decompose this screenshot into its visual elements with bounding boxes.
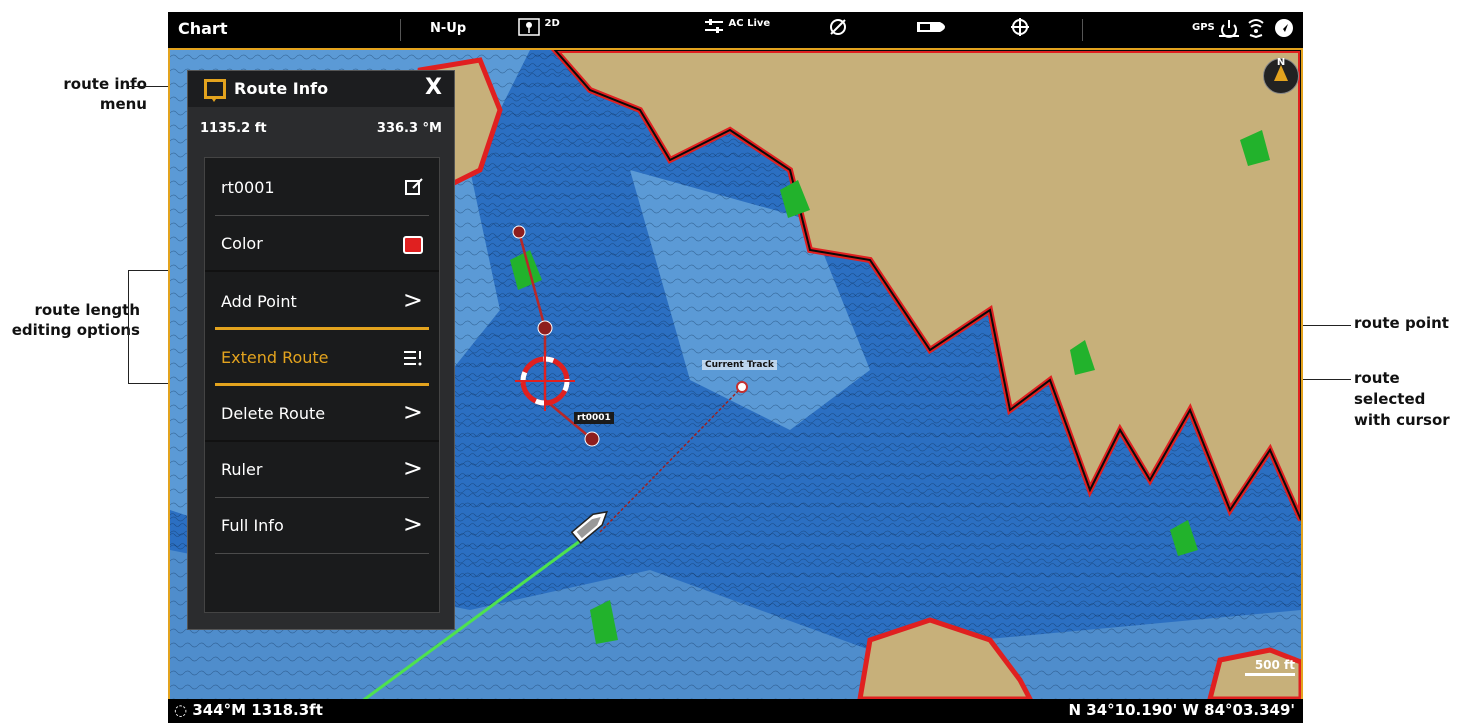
range-icon: ◌ [174,701,188,719]
power-icon[interactable] [1218,18,1240,42]
navigation-icon[interactable] [1274,18,1294,42]
divider [1082,19,1083,41]
chevron-right-icon: > [402,398,423,426]
route-info-menu: Route Info X 1135.2 ft 336.3 °M rt0001 C… [187,70,455,630]
color-swatch [403,236,423,254]
menu-item-route-name[interactable]: rt0001 [205,160,439,216]
compass-label: N [1276,57,1286,68]
divider [400,19,401,41]
boat-icon[interactable] [916,20,952,38]
menu-item-label: Ruler [221,460,263,479]
callout-route-length-options-text: route length editing options [11,301,140,339]
callout-route-selected: route selected with cursor [1354,368,1464,431]
gps-status: GPS [1192,22,1215,33]
callout-route-length-options: route length editing options [0,300,140,340]
network-icon[interactable] [1246,18,1266,42]
sliders-icon [705,19,723,33]
menu-item-label: Delete Route [221,404,326,423]
map-pin-icon [518,18,540,36]
route-point[interactable] [584,431,600,447]
menu-item-label: rt0001 [221,178,275,197]
menu-item-ruler[interactable]: Ruler > [205,442,439,498]
crosshair-icon[interactable] [1010,17,1030,41]
route-point[interactable] [537,320,553,336]
menu-item-full-info[interactable]: Full Info > [205,498,439,554]
callout-route-point-text: route point [1354,314,1449,332]
callout-route-length-bracket-v [128,270,129,383]
list-options-icon [403,350,423,370]
menu-item-label: Full Info [221,516,284,535]
edit-icon [405,178,423,200]
coordinates-readout: N 34°10.190' W 84°03.349' [1068,701,1295,719]
route-label: rt0001 [574,412,614,424]
orientation-button[interactable]: N-Up [430,21,466,36]
callout-route-info-menu-text: route info menu [63,75,147,113]
bottom-status-bar: ◌ 344°M 1318.3ft N 34°10.190' W 84°03.34… [168,699,1303,723]
route-stats: 1135.2 ft 336.3 °M [200,121,442,136]
no-lock-icon[interactable] [828,17,848,41]
route-point[interactable] [512,225,526,239]
heading-distance-readout: ◌ 344°M 1318.3ft [174,701,323,719]
chevron-right-icon: > [402,454,423,482]
menu-item-extend-route[interactable]: Extend Route [205,330,439,386]
page-title: Chart [178,19,228,38]
compass-rose[interactable]: N [1263,57,1299,94]
track-point[interactable] [736,381,748,393]
callout-route-info-menu: route info menu [35,74,147,114]
view-mode-label: 2D [544,18,560,29]
track-label: Current Track [702,360,777,370]
callout-route-point: route point [1354,314,1464,332]
heading-distance-text: 344°M 1318.3ft [192,701,323,719]
chevron-right-icon: > [402,510,423,538]
map-scale: 500 ft [1245,658,1295,676]
menu-item-label: Add Point [221,292,297,311]
scale-label: 500 ft [1254,658,1295,672]
menu-item-label: Color [221,234,263,253]
menu-item-delete-route[interactable]: Delete Route > [205,386,439,442]
top-status-bar: Chart N-Up 2D AC Live GPS [168,12,1303,48]
close-button[interactable]: X [425,75,442,100]
ac-live-button[interactable]: AC Live [704,18,770,38]
menu-item-add-point[interactable]: Add Point > [205,274,439,330]
route-bearing: 336.3 °M [376,121,442,136]
route-distance: 1135.2 ft [200,121,267,136]
view-mode-button[interactable]: 2D [518,18,560,40]
menu-item-color[interactable]: Color [205,216,439,272]
menu-item-label: Extend Route [221,348,329,367]
menu-header: Route Info X [188,71,454,107]
menu-title: Route Info [234,79,329,98]
chevron-right-icon: > [402,286,423,314]
route-info-icon-tail [210,96,218,102]
menu-list: rt0001 Color Add Point > Extend Route De… [204,157,440,613]
ac-live-label: AC Live [728,18,771,29]
callout-route-selected-text: route selected with cursor [1354,369,1450,429]
